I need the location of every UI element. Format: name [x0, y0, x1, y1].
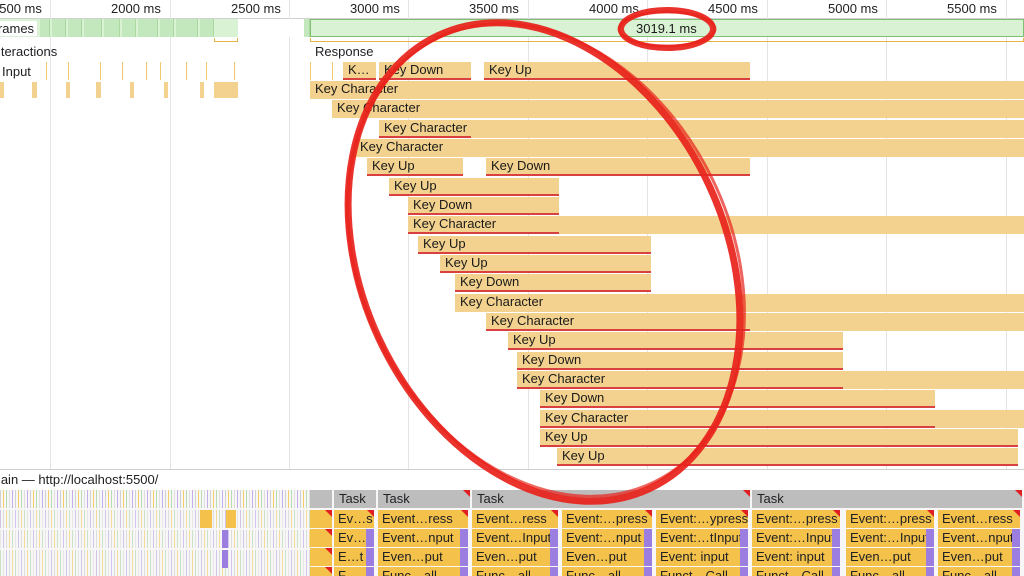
event-block[interactable]: Event:…press — [562, 510, 652, 528]
event-block[interactable]: Event: input — [752, 548, 840, 566]
ruler-tick: 5000 ms — [828, 1, 878, 16]
ruler-tick: 3000 ms — [350, 1, 400, 16]
ruler-tick: 2000 ms — [111, 1, 161, 16]
interaction-bar[interactable]: Key Down — [379, 62, 471, 80]
grid-line — [1006, 0, 1007, 470]
interaction-bar[interactable]: Key Character — [379, 120, 471, 138]
frames-track-label: Frames — [0, 21, 38, 36]
interaction-bar[interactable]: Key Up — [508, 332, 843, 350]
ruler-tick: 4500 ms — [708, 1, 758, 16]
event-block[interactable]: Func…all — [846, 567, 934, 576]
interaction-bar[interactable]: Key Down — [517, 352, 843, 370]
interaction-bar[interactable]: Key Down — [540, 390, 935, 408]
interaction-bar[interactable]: Key Down — [486, 158, 750, 176]
interaction-bar[interactable]: Key Character — [517, 371, 843, 389]
ruler-tick: 4000 ms — [589, 1, 639, 16]
event-block[interactable]: Func…all — [562, 567, 652, 576]
ruler-tick: 2500 ms — [231, 1, 281, 16]
frame-bracket — [310, 38, 1024, 42]
event-block[interactable]: Even…put — [472, 548, 558, 566]
ruler-tick: 1500 ms — [0, 1, 42, 16]
interaction-bar[interactable]: Key Up — [440, 255, 651, 273]
event-block[interactable]: Event…ress — [472, 510, 558, 528]
event-block[interactable]: Func…all — [938, 567, 1020, 576]
interaction-bar-extension — [750, 313, 1024, 331]
event-block[interactable]: Event:…nput — [562, 529, 652, 547]
frame-duration-label: 3019.1 ms — [636, 21, 697, 36]
interaction-bar[interactable]: Key Character — [310, 81, 1024, 99]
event-block[interactable]: Event:…tInput — [656, 529, 748, 547]
interaction-bar[interactable]: Key Character — [332, 100, 1024, 118]
ruler-tick: 3500 ms — [469, 1, 519, 16]
response-label: Response — [315, 44, 374, 59]
interaction-bar[interactable]: Key Up — [557, 448, 1018, 466]
interaction-bar[interactable]: Key Up — [484, 62, 750, 80]
event-block[interactable]: Event…nput — [378, 529, 468, 547]
interaction-bar[interactable]: Key Up — [367, 158, 463, 176]
interaction-bar-extension — [559, 216, 1024, 234]
performance-panel: 1500 ms 2000 ms 2500 ms 3000 ms 3500 ms … — [0, 0, 1024, 576]
event-block[interactable]: Event:…press — [752, 510, 840, 528]
task-block[interactable]: Task — [472, 490, 750, 508]
event-block[interactable]: Even…put — [846, 548, 934, 566]
frames-track[interactable]: Frames 3019.1 ms — [0, 19, 1024, 37]
event-block[interactable]: Func…all — [378, 567, 468, 576]
interactions-track-label: Interactions — [0, 44, 58, 59]
event-block[interactable]: Ev…s — [334, 510, 374, 528]
event-block[interactable]: Funct…Call — [656, 567, 748, 576]
interaction-bar[interactable]: Key Character — [455, 294, 1024, 312]
grid-line — [170, 0, 171, 470]
event-block[interactable]: Even…put — [938, 548, 1020, 566]
task-block[interactable]: Task — [752, 490, 1022, 508]
interaction-bar[interactable]: Key Down — [455, 274, 651, 292]
interaction-bar[interactable]: Key Character — [408, 216, 559, 234]
interaction-bar-extension — [935, 410, 1024, 428]
interaction-bar-extension — [471, 120, 1024, 138]
grid-line — [289, 0, 290, 470]
event-block[interactable]: Event:…Input — [752, 529, 840, 547]
grid-line — [50, 0, 51, 470]
event-block[interactable]: Event…ress — [378, 510, 468, 528]
event-block[interactable]: Funct…Call — [752, 567, 840, 576]
task-block[interactable]: Task — [378, 490, 470, 508]
main-flame-chart[interactable]: Task Task Task Task Ev…s Event…ress Event…… — [0, 490, 1024, 576]
interaction-bar[interactable]: Key Up — [540, 429, 1018, 447]
ruler-tick: 5500 ms — [947, 1, 997, 16]
interaction-bar-extension — [843, 371, 1024, 389]
event-block[interactable]: Event:…ypress — [656, 510, 748, 528]
interaction-bar[interactable]: Key Down — [408, 197, 559, 215]
interaction-bar[interactable]: Key Character — [355, 139, 1024, 157]
interaction-bar[interactable]: Key Character — [540, 410, 935, 428]
frame-bracket — [214, 38, 238, 42]
event-block[interactable]: Even…put — [378, 548, 468, 566]
interaction-bar[interactable]: Key Up — [389, 178, 559, 196]
interaction-bar[interactable]: Key Up — [418, 236, 651, 254]
event-block[interactable]: Event…nput — [938, 529, 1020, 547]
event-block[interactable]: Even…put — [562, 548, 652, 566]
event-block[interactable]: Event…Input — [472, 529, 558, 547]
input-track-label: Input — [2, 64, 31, 79]
time-ruler[interactable]: 1500 ms 2000 ms 2500 ms 3000 ms 3500 ms … — [0, 0, 1024, 19]
event-block[interactable]: Func…all — [472, 567, 558, 576]
task-block[interactable]: Task — [334, 490, 376, 508]
event-block[interactable]: Event:…Input — [846, 529, 934, 547]
event-block[interactable]: Event…ress — [938, 510, 1020, 528]
event-block[interactable]: Event:…press — [846, 510, 934, 528]
event-block[interactable]: Event: input — [656, 548, 748, 566]
main-track-separator — [0, 469, 1024, 470]
interaction-bar[interactable]: K… — [343, 62, 376, 80]
main-thread-label[interactable]: Main — http://localhost:5500/ — [0, 472, 158, 487]
interaction-bar[interactable]: Key Character — [486, 313, 750, 331]
